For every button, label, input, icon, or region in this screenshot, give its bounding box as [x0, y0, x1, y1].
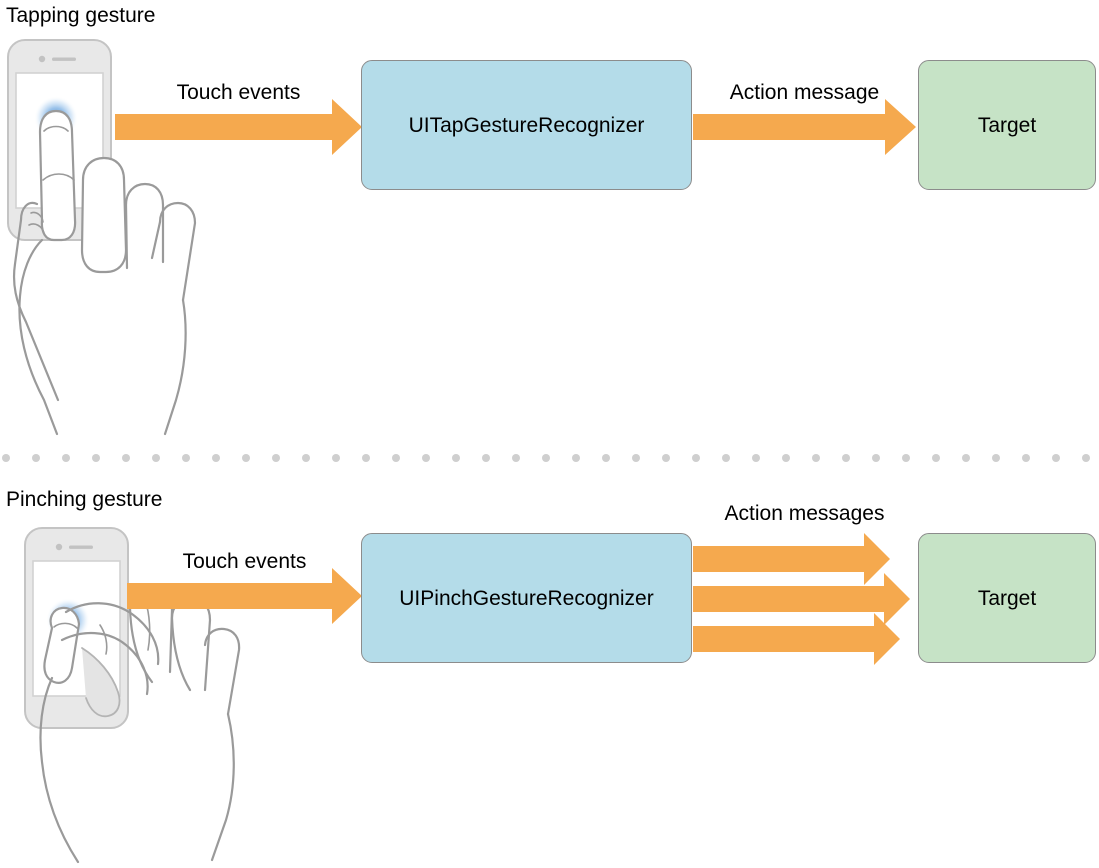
touch-glow-pinch — [46, 598, 90, 642]
phone-bottom — [24, 527, 129, 729]
arrow-action-message-3 — [693, 613, 900, 665]
gesture-recognizer-diagram: Tapping gesture Touch events UITapGestur… — [0, 0, 1099, 868]
phone-top — [7, 39, 112, 241]
node-uitapgesturerecognizer[interactable]: UITapGestureRecognizer — [361, 60, 692, 190]
hand-pinching — [39, 586, 241, 864]
label-touch-events-tap: Touch events — [176, 81, 301, 104]
arrow-action-message-1 — [693, 533, 890, 585]
node-target-tap[interactable]: Target — [918, 60, 1096, 190]
section-title-pinching: Pinching gesture — [6, 488, 163, 511]
node-uipinchgesturerecognizer[interactable]: UIPinchGestureRecognizer — [361, 533, 692, 663]
arrow-touch-events-pinch — [127, 568, 362, 624]
section-title-tapping: Tapping gesture — [6, 4, 156, 27]
arrow-touch-events-tap — [115, 99, 362, 155]
label-touch-events-pinch: Touch events — [182, 550, 307, 573]
label-action-message-tap: Action message — [729, 81, 880, 104]
label-action-messages-pinch: Action messages — [724, 502, 885, 525]
hand-tapping — [12, 109, 197, 436]
arrow-action-message-2 — [693, 573, 910, 625]
arrow-action-message-tap — [693, 99, 916, 155]
touch-glow-tap — [34, 96, 78, 140]
section-divider — [2, 454, 1090, 462]
node-target-pinch[interactable]: Target — [918, 533, 1096, 663]
